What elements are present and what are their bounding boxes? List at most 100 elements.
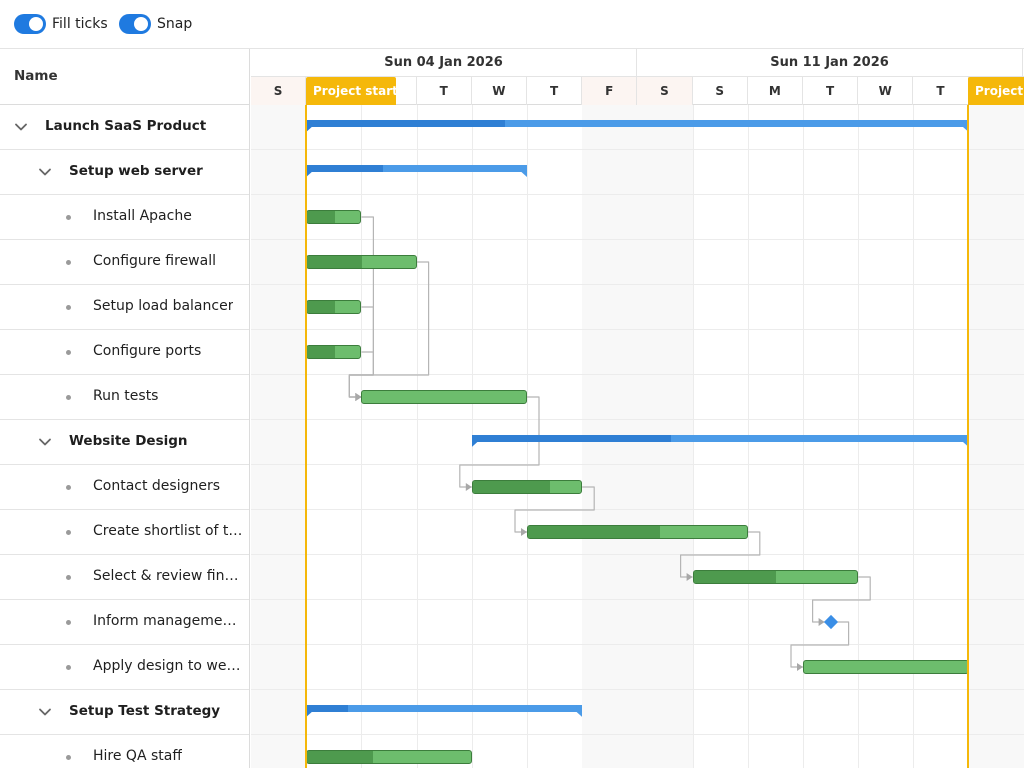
task-name: Install Apache [93,208,192,224]
task-bar-progress [528,526,661,538]
dependency-line[interactable] [348,261,430,398]
snap-label: Snap [157,16,193,32]
group-row[interactable]: Setup Test Strategy [0,690,249,735]
group-row[interactable]: Launch SaaS Product [0,105,249,150]
task-name: Create shortlist of t… [93,523,243,539]
task-bar-progress [693,571,777,583]
task-row[interactable]: Select & review fin… [0,555,249,600]
task-row[interactable]: Create shortlist of t… [0,510,249,555]
task-bar[interactable] [306,210,362,224]
task-bar[interactable] [361,390,527,404]
week-header-cell: Sun 04 Jan 2026 [251,49,637,77]
task-bar[interactable] [803,660,969,674]
task-row[interactable]: Inform manageme… [0,600,249,645]
task-row[interactable]: Configure ports [0,330,249,375]
day-header-cell: T [527,77,583,105]
bullet-icon [66,575,71,580]
timeline: Sun 04 Jan 2026 Sun 11 Jan 2026 SSMTWTFS… [251,49,1024,768]
task-row[interactable]: Configure firewall [0,240,249,285]
task-row[interactable]: Setup load balancer [0,285,249,330]
bullet-icon [66,665,71,670]
bullet-icon [66,755,71,760]
chevron-down-icon[interactable] [14,120,28,134]
task-bar-progress [472,481,551,493]
summary-bar-progress [306,120,505,127]
switch-knob [134,17,148,31]
task-row[interactable]: Apply design to we… [0,645,249,690]
week-header-cell: Sun 11 Jan 2026 [637,49,1023,77]
summary-bar[interactable] [306,705,583,717]
fill-ticks-switch[interactable] [14,14,46,34]
group-row[interactable]: Setup web server [0,150,249,195]
snap-switch[interactable] [119,14,151,34]
chevron-down-icon[interactable] [38,435,52,449]
task-bar[interactable] [527,525,748,539]
task-name: Configure firewall [93,253,216,269]
task-row[interactable]: Hire QA staff [0,735,249,768]
bullet-icon [66,215,71,220]
task-name: Website Design [69,433,188,449]
dependency-arrowhead [465,483,472,491]
task-name: Run tests [93,388,159,404]
summary-bar-cap [306,705,313,717]
summary-bar-cap [471,435,478,447]
day-header-cell: S [637,77,693,105]
summary-bar-progress [471,435,671,442]
task-name: Hire QA staff [93,748,182,764]
task-row[interactable]: Install Apache [0,195,249,240]
task-bar[interactable] [306,255,417,269]
day-header-cell: S [693,77,748,105]
fill-ticks-toggle[interactable]: Fill ticks [14,13,108,35]
summary-bar-cap [520,165,527,177]
chevron-down-icon[interactable] [38,705,52,719]
bullet-icon [66,305,71,310]
bullet-icon [66,395,71,400]
project-start-marker-label[interactable]: Project start [306,77,396,105]
bullet-icon [66,620,71,625]
bullet-icon [66,350,71,355]
task-name: Contact designers [93,478,221,494]
task-bar[interactable] [471,480,583,494]
task-name: Launch SaaS Product [45,118,207,134]
day-header-cell: S [251,77,307,105]
summary-bar[interactable] [471,435,969,447]
task-name: Setup load balancer [93,298,234,314]
summary-bar-cap [576,705,583,717]
day-header-cell: T [803,77,859,105]
task-name: Setup web server [69,163,203,179]
task-bar[interactable] [692,570,859,584]
project-end-marker-label[interactable]: Project end [968,77,1024,105]
bullet-icon [66,485,71,490]
project-end-line [967,105,969,768]
switch-knob [29,17,43,31]
fill-ticks-label: Fill ticks [52,16,108,32]
task-name: Select & review fin… [93,568,239,584]
task-name: Inform manageme… [93,613,237,629]
grid-header[interactable]: Name [0,49,249,105]
group-row[interactable]: Website Design [0,420,249,465]
task-row[interactable]: Contact designers [0,465,249,510]
summary-bar-progress [306,705,348,712]
snap-toggle[interactable]: Snap [119,13,192,35]
name-column-header[interactable]: Name [14,68,58,84]
task-row[interactable]: Run tests [0,375,249,420]
week-header: Sun 04 Jan 2026 Sun 11 Jan 2026 [251,49,1024,77]
summary-bar-progress [306,165,384,172]
dependency-arrowhead [686,573,693,581]
summary-bar-cap [306,165,313,177]
summary-bar[interactable] [306,165,527,177]
task-bar[interactable] [306,300,362,314]
task-bar[interactable] [306,750,472,764]
summary-bar-cap [306,120,313,132]
day-header-cell: F [582,77,638,105]
timeline-body[interactable] [251,105,1024,768]
bullet-icon [66,530,71,535]
day-header-cell: W [858,77,914,105]
day-header-cell: T [913,77,969,105]
task-name: Configure ports [93,343,202,359]
chevron-down-icon[interactable] [38,165,52,179]
task-name: Apply design to we… [93,658,241,674]
task-bar-progress [307,346,335,358]
task-bar[interactable] [306,345,362,359]
summary-bar[interactable] [306,120,969,132]
